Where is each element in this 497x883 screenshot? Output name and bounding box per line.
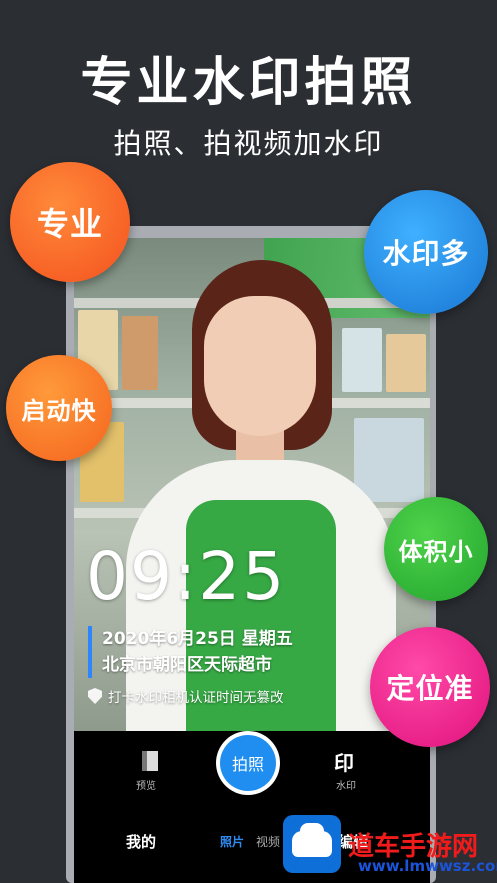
watermark-label: 水印 [336,781,356,792]
badge-small-size: 体积小 [384,497,488,601]
product [122,316,158,390]
watermark-note: 打卡水印相机认证时间无篡改 [88,686,284,706]
product [354,418,424,502]
car-icon [292,823,332,857]
tab-photo[interactable]: 照片 [220,833,244,850]
product [386,334,426,392]
watermark-location: 北京市朝阳区天际超市 [102,655,272,675]
badge-professional: 专业 [10,162,130,282]
camera-screen: 09:25 2020年6月25日 星期五 北京市朝阳区天际超市 打卡水印相机认证… [74,238,430,883]
shield-check-icon [88,688,102,704]
preview-thumbnail-icon[interactable] [142,751,158,771]
watermark-note-text: 打卡水印相机认证时间无篡改 [108,690,284,706]
site-logo-icon [283,815,341,873]
shutter-button[interactable]: 拍照 [216,731,280,795]
shutter-label: 拍照 [220,735,276,791]
badge-accurate-location: 定位准 [370,627,490,747]
watermark-time: 09:25 [86,538,287,615]
badge-many-watermarks: 水印多 [364,190,488,314]
badge-fast-start: 启动快 [6,355,112,461]
person-face [204,296,316,436]
watermark-icon[interactable]: 印 [334,747,354,776]
watermark-date: 2020年6月25日 星期五 [102,629,293,649]
tab-video[interactable]: 视频 [256,833,280,850]
promo-headline: 专业水印拍照 [80,53,417,113]
watermark-info: 2020年6月25日 星期五 北京市朝阳区天际超市 [88,626,293,678]
site-logo-url: www.lmwwsz.com [358,857,497,875]
preview-label: 预览 [136,781,156,792]
promo-subheadline: 拍照、拍视频加水印 [113,127,384,160]
tab-mine[interactable]: 我的 [126,831,156,852]
product [342,328,382,392]
